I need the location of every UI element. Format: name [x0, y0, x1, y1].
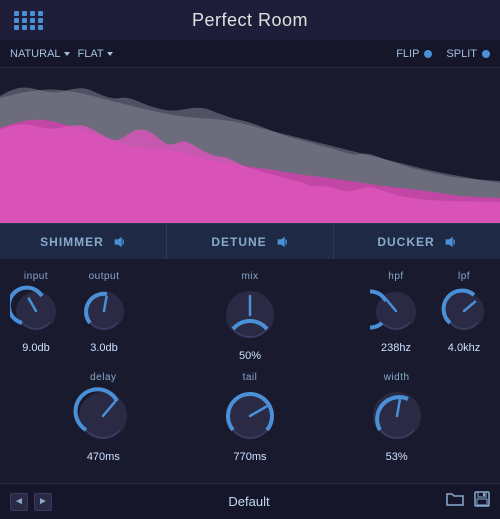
split-dot: [482, 50, 490, 58]
mix-value: 50%: [239, 350, 261, 362]
input-output-group: input 9.0db output: [10, 271, 130, 354]
input-knob[interactable]: [10, 285, 62, 337]
mix-knob-group: mix 50%: [220, 271, 280, 362]
mix-knob[interactable]: [220, 285, 280, 345]
tail-value: 770ms: [233, 451, 266, 463]
delay-value: 470ms: [87, 451, 120, 463]
hpf-knob-group: hpf 238hz: [370, 271, 422, 354]
input-knob-group: input 9.0db: [10, 271, 62, 354]
lpf-knob-group: lpf 4.0khz: [438, 271, 490, 354]
top-bar-left: NATURAL FLAT: [10, 48, 396, 60]
output-label: output: [89, 271, 120, 282]
input-label: input: [24, 271, 48, 282]
ducker-label: DUCKER: [377, 235, 434, 249]
hpf-lpf-group: hpf 238hz lpf: [370, 271, 490, 354]
shimmer-label: SHIMMER: [40, 235, 104, 249]
app-container: Perfect Room NATURAL FLAT FLIP SPLIT: [0, 0, 500, 519]
width-value: 53%: [386, 451, 408, 463]
app-title: Perfect Room: [192, 10, 308, 31]
bottom-bar: ◄ ► Default: [0, 483, 500, 519]
visualization-area: [0, 68, 500, 223]
bottom-nav: ◄ ►: [10, 493, 52, 511]
hpf-label: hpf: [388, 271, 403, 282]
delay-knob[interactable]: [73, 386, 133, 446]
top-bar-right: FLIP SPLIT: [396, 48, 490, 60]
input-value: 9.0db: [22, 342, 50, 354]
detune-label: DETUNE: [211, 235, 266, 249]
preset-name: Default: [228, 494, 269, 509]
hpf-knob[interactable]: [370, 285, 422, 337]
mix-label: mix: [241, 271, 258, 282]
width-knob-group: width 53%: [367, 372, 427, 463]
lpf-label: lpf: [458, 271, 470, 282]
lpf-knob[interactable]: [438, 285, 490, 337]
detune-tab[interactable]: DETUNE: [167, 224, 334, 259]
tail-knob-group: tail 770ms: [220, 372, 280, 463]
lpf-value: 4.0khz: [448, 342, 480, 354]
width-label: width: [384, 372, 410, 383]
controls-row-2: delay 470ms tail: [10, 372, 490, 463]
ducker-tab[interactable]: DUCKER: [334, 224, 500, 259]
detune-speaker-icon[interactable]: [275, 235, 289, 249]
next-button[interactable]: ►: [34, 493, 52, 511]
prev-button[interactable]: ◄: [10, 493, 28, 511]
top-bar: NATURAL FLAT FLIP SPLIT: [0, 40, 500, 68]
flip-toggle[interactable]: FLIP: [396, 48, 432, 60]
tail-label: tail: [243, 372, 258, 383]
ducker-speaker-icon[interactable]: [443, 235, 457, 249]
viz-svg: [0, 68, 500, 223]
split-toggle[interactable]: SPLIT: [446, 48, 490, 60]
section-tabs: SHIMMER DETUNE DUCKER: [0, 223, 500, 259]
delay-knob-group: delay 470ms: [73, 372, 133, 463]
natural-dropdown[interactable]: NATURAL: [10, 48, 70, 60]
hpf-value: 238hz: [381, 342, 411, 354]
natural-dropdown-arrow: [64, 52, 70, 56]
tail-knob[interactable]: [220, 386, 280, 446]
output-knob-group: output 3.0db: [78, 271, 130, 354]
shimmer-speaker-icon[interactable]: [112, 235, 126, 249]
output-value: 3.0db: [90, 342, 118, 354]
logo-icon: [14, 11, 44, 30]
controls-area: input 9.0db output: [0, 259, 500, 479]
width-knob[interactable]: [367, 386, 427, 446]
header: Perfect Room: [0, 0, 500, 40]
folder-icon[interactable]: [446, 491, 464, 512]
delay-label: delay: [90, 372, 116, 383]
flat-dropdown-arrow: [107, 52, 113, 56]
flip-dot: [424, 50, 432, 58]
output-knob[interactable]: [78, 285, 130, 337]
save-icon[interactable]: [474, 491, 490, 512]
bottom-icons: [446, 491, 490, 512]
flat-dropdown[interactable]: FLAT: [78, 48, 113, 60]
shimmer-tab[interactable]: SHIMMER: [0, 224, 167, 259]
controls-row-1: input 9.0db output: [10, 271, 490, 362]
